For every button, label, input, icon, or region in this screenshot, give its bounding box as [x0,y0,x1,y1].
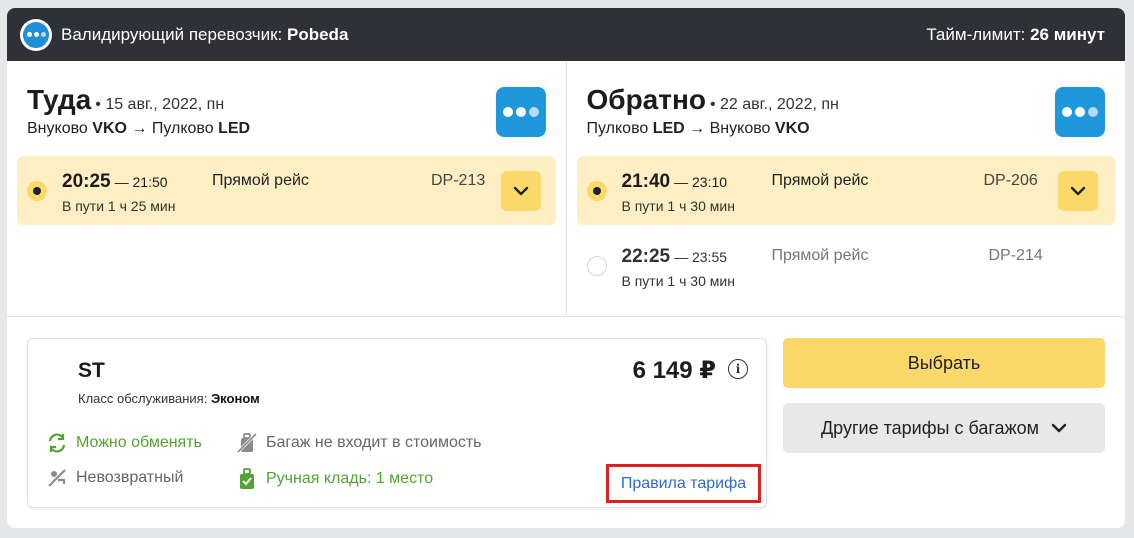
airline-logo-icon [495,87,546,137]
pobeda-logo-icon [20,18,52,51]
feature-exchange: Можно обменять [46,432,202,454]
feature-label: Багаж не входит в стоимость [266,434,482,451]
flight-number: DP-214 [988,247,1043,264]
tariff-name: ST [78,359,105,382]
carrier-bar: Валидирующий перевозчик: Pobeda Тайм-лим… [7,8,1125,61]
airline-logo-icon [1055,87,1105,137]
feature-label: Невозвратный [76,469,184,486]
select-button[interactable]: Выбрать [783,338,1105,388]
flight-time: 21:40— 23:10 [621,171,728,192]
booking-card: Валидирующий перевозчик: Pobeda Тайм-лим… [7,8,1125,528]
flight-type: Прямой рейс [771,247,869,264]
flight-time: 22:25— 23:55 [621,246,728,267]
flight-time: 20:25— 21:50 [62,171,168,192]
time-limit-value: 26 минут [1030,24,1105,44]
exchange-icon [48,433,66,453]
feature-refund: Невозвратный [46,467,183,489]
chevron-down-icon [1070,186,1085,196]
time-limit-label: Тайм-лимит: [926,24,1026,44]
outbound-leg: Туда • 15 авг., 2022, пн Внуково VKO → Пу… [7,61,567,316]
leg-title: Обратно • 22 авг., 2022, пн [586,84,839,115]
feature-label: Можно обменять [76,434,202,451]
carrier-label: Валидирующий перевозчик: [61,24,283,44]
other-tariffs-label: Другие тарифы с багажом [820,417,1039,438]
leg-date: 15 авг., 2022, пн [105,96,225,113]
feature-hand-luggage: Ручная кладь: 1 место [236,467,433,491]
flight-number: DP-213 [431,172,486,189]
flight-option[interactable]: 21:40— 23:10 В пути 1 ч 30 мин Прямой ре… [576,156,1115,225]
feature-label: Ручная кладь: 1 место [266,470,434,487]
flight-type: Прямой рейс [212,172,309,189]
flight-type: Прямой рейс [771,172,869,189]
chevron-down-icon [513,186,529,196]
chevron-down-icon [1051,423,1067,433]
expand-flight-button[interactable] [501,171,541,211]
tariff-price: 6 149 ₽ [632,357,716,384]
info-icon[interactable]: i [728,359,748,379]
leg-date: 22 авг., 2022, пн [720,96,839,113]
flight-duration: В пути 1 ч 30 мин [621,273,735,289]
tariff-card: ST Класс обслуживания: Эконом 6 149 ₽ i … [27,338,767,508]
carrier-name: Pobeda [287,24,349,44]
hand-luggage-icon [240,468,254,489]
feature-baggage: Багаж не входит в стоимость [236,432,482,454]
flight-duration: В пути 1 ч 30 мин [621,198,735,214]
leg-route: Внуково VKO → Пулково LED [27,120,251,137]
leg-title: Туда • 15 авг., 2022, пн [27,84,225,115]
other-tariffs-button[interactable]: Другие тарифы с багажом [783,403,1105,453]
non-refundable-icon [48,469,66,487]
flight-option[interactable]: 22:25— 23:55 В пути 1 ч 30 мин Прямой ре… [577,231,1116,300]
tariff-rules-link[interactable]: Правила тарифа [606,464,761,503]
service-class: Класс обслуживания: Эконом [78,391,260,406]
return-leg: Обратно • 22 авг., 2022, пн Пулково LED →… [567,61,1126,316]
leg-route: Пулково LED → Внуково VKO [586,120,810,137]
radio-selected[interactable] [586,181,607,201]
radio-unselected[interactable] [586,256,607,276]
flight-duration: В пути 1 ч 25 мин [62,198,176,214]
flight-option[interactable]: 20:25— 21:50 В пути 1 ч 25 мин Прямой ре… [17,156,556,225]
flight-number: DP-206 [983,172,1038,189]
no-baggage-icon [236,432,258,454]
radio-selected[interactable] [27,181,47,201]
expand-flight-button[interactable] [1057,171,1098,211]
